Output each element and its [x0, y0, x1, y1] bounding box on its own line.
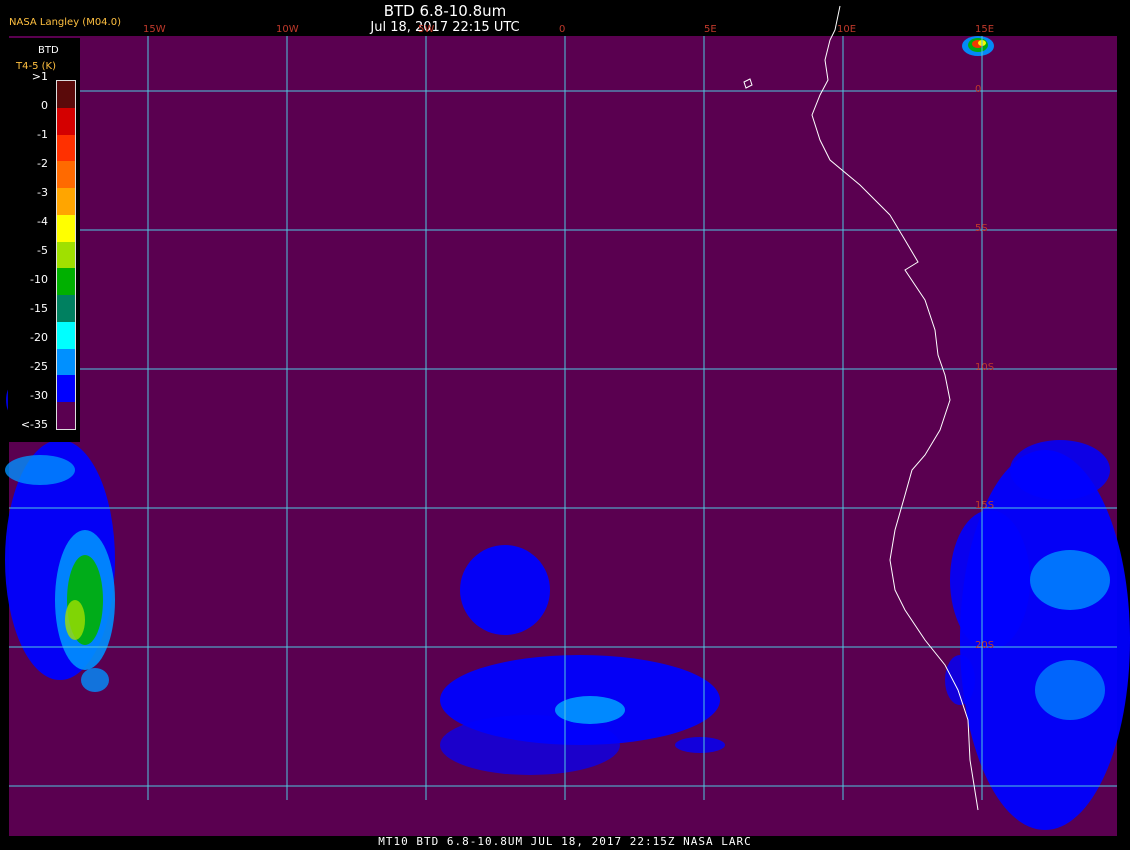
- legend-tick-label: -30: [30, 389, 48, 402]
- satellite-map: [5, 5, 1130, 836]
- legend-tick-label: -20: [30, 331, 48, 344]
- legend-swatch: [57, 134, 75, 162]
- legend-tick-label: -4: [37, 215, 48, 228]
- legend-color-bar: [56, 80, 76, 430]
- lat-label-5s: 5S: [975, 223, 988, 234]
- legend-swatch: [57, 321, 75, 350]
- legend-swatch: [57, 375, 75, 403]
- legend-swatch: [57, 348, 75, 376]
- lon-label-5e: 5E: [704, 24, 717, 35]
- legend-swatch: [57, 161, 75, 189]
- legend-swatch: [57, 295, 75, 323]
- lon-label-15e: 15E: [975, 24, 995, 35]
- lat-label-10s: 10S: [975, 362, 995, 373]
- lat-label-0: 0: [975, 84, 982, 95]
- cloud-blob: [460, 545, 550, 635]
- legend-swatch: [57, 81, 75, 109]
- legend-swatch: [57, 214, 75, 243]
- map-title: BTD 6.8-10.8um: [383, 2, 507, 20]
- legend-swatch: [57, 402, 75, 430]
- legend-tick-label: -25: [30, 360, 48, 373]
- legend-tick-label: 0: [41, 99, 48, 112]
- color-legend: BTD T4-5 (K) >1 0 -1 -2 -3 -4 -5 -10 -15 -20 -25 -3…: [8, 38, 80, 442]
- legend-tick-label: -1: [37, 128, 48, 141]
- legend-swatch: [57, 241, 75, 269]
- legend-tick-label: -5: [37, 244, 48, 257]
- cloud-blob: [950, 510, 1030, 650]
- cloud-blob: [440, 715, 620, 775]
- agency-label: NASA Langley (M04.0): [9, 17, 121, 28]
- legend-swatch: [57, 107, 75, 136]
- legend-swatch: [57, 268, 75, 296]
- legend-tick-label: -15: [30, 302, 48, 315]
- legend-tick-label: -2: [37, 157, 48, 170]
- lat-label-15s: 15S: [975, 500, 995, 511]
- legend-tick-label: -10: [30, 273, 48, 286]
- lon-label-5w: 5W: [418, 24, 435, 35]
- lat-label-20s: 20S: [975, 640, 995, 651]
- footer-caption: MT10 BTD 6.8-10.8UM JUL 18, 2017 22:15Z …: [378, 835, 752, 848]
- legend-title: BTD: [38, 45, 59, 56]
- legend-tick-label: >1: [31, 70, 48, 83]
- cloud-blob: [5, 455, 75, 485]
- legend-tick-label: <-35: [20, 418, 48, 431]
- cloud-blob: [675, 737, 725, 753]
- cloud-blob: [65, 600, 85, 640]
- cloud-blob: [1030, 550, 1110, 610]
- map-timestamp: Jul 18, 2017 22:15 UTC: [370, 20, 520, 35]
- cloud-blob: [81, 668, 109, 692]
- cloud-blob: [1010, 440, 1110, 500]
- legend-swatch: [57, 188, 75, 216]
- lon-label-10w: 10W: [276, 24, 299, 35]
- legend-units: T4-5 (K): [16, 61, 56, 72]
- legend-tick-label: -3: [37, 186, 48, 199]
- lon-label-0: 0: [559, 24, 566, 35]
- lon-label-15w: 15W: [143, 24, 166, 35]
- lon-label-10e: 10E: [837, 24, 857, 35]
- cloud-blob: [1035, 660, 1105, 720]
